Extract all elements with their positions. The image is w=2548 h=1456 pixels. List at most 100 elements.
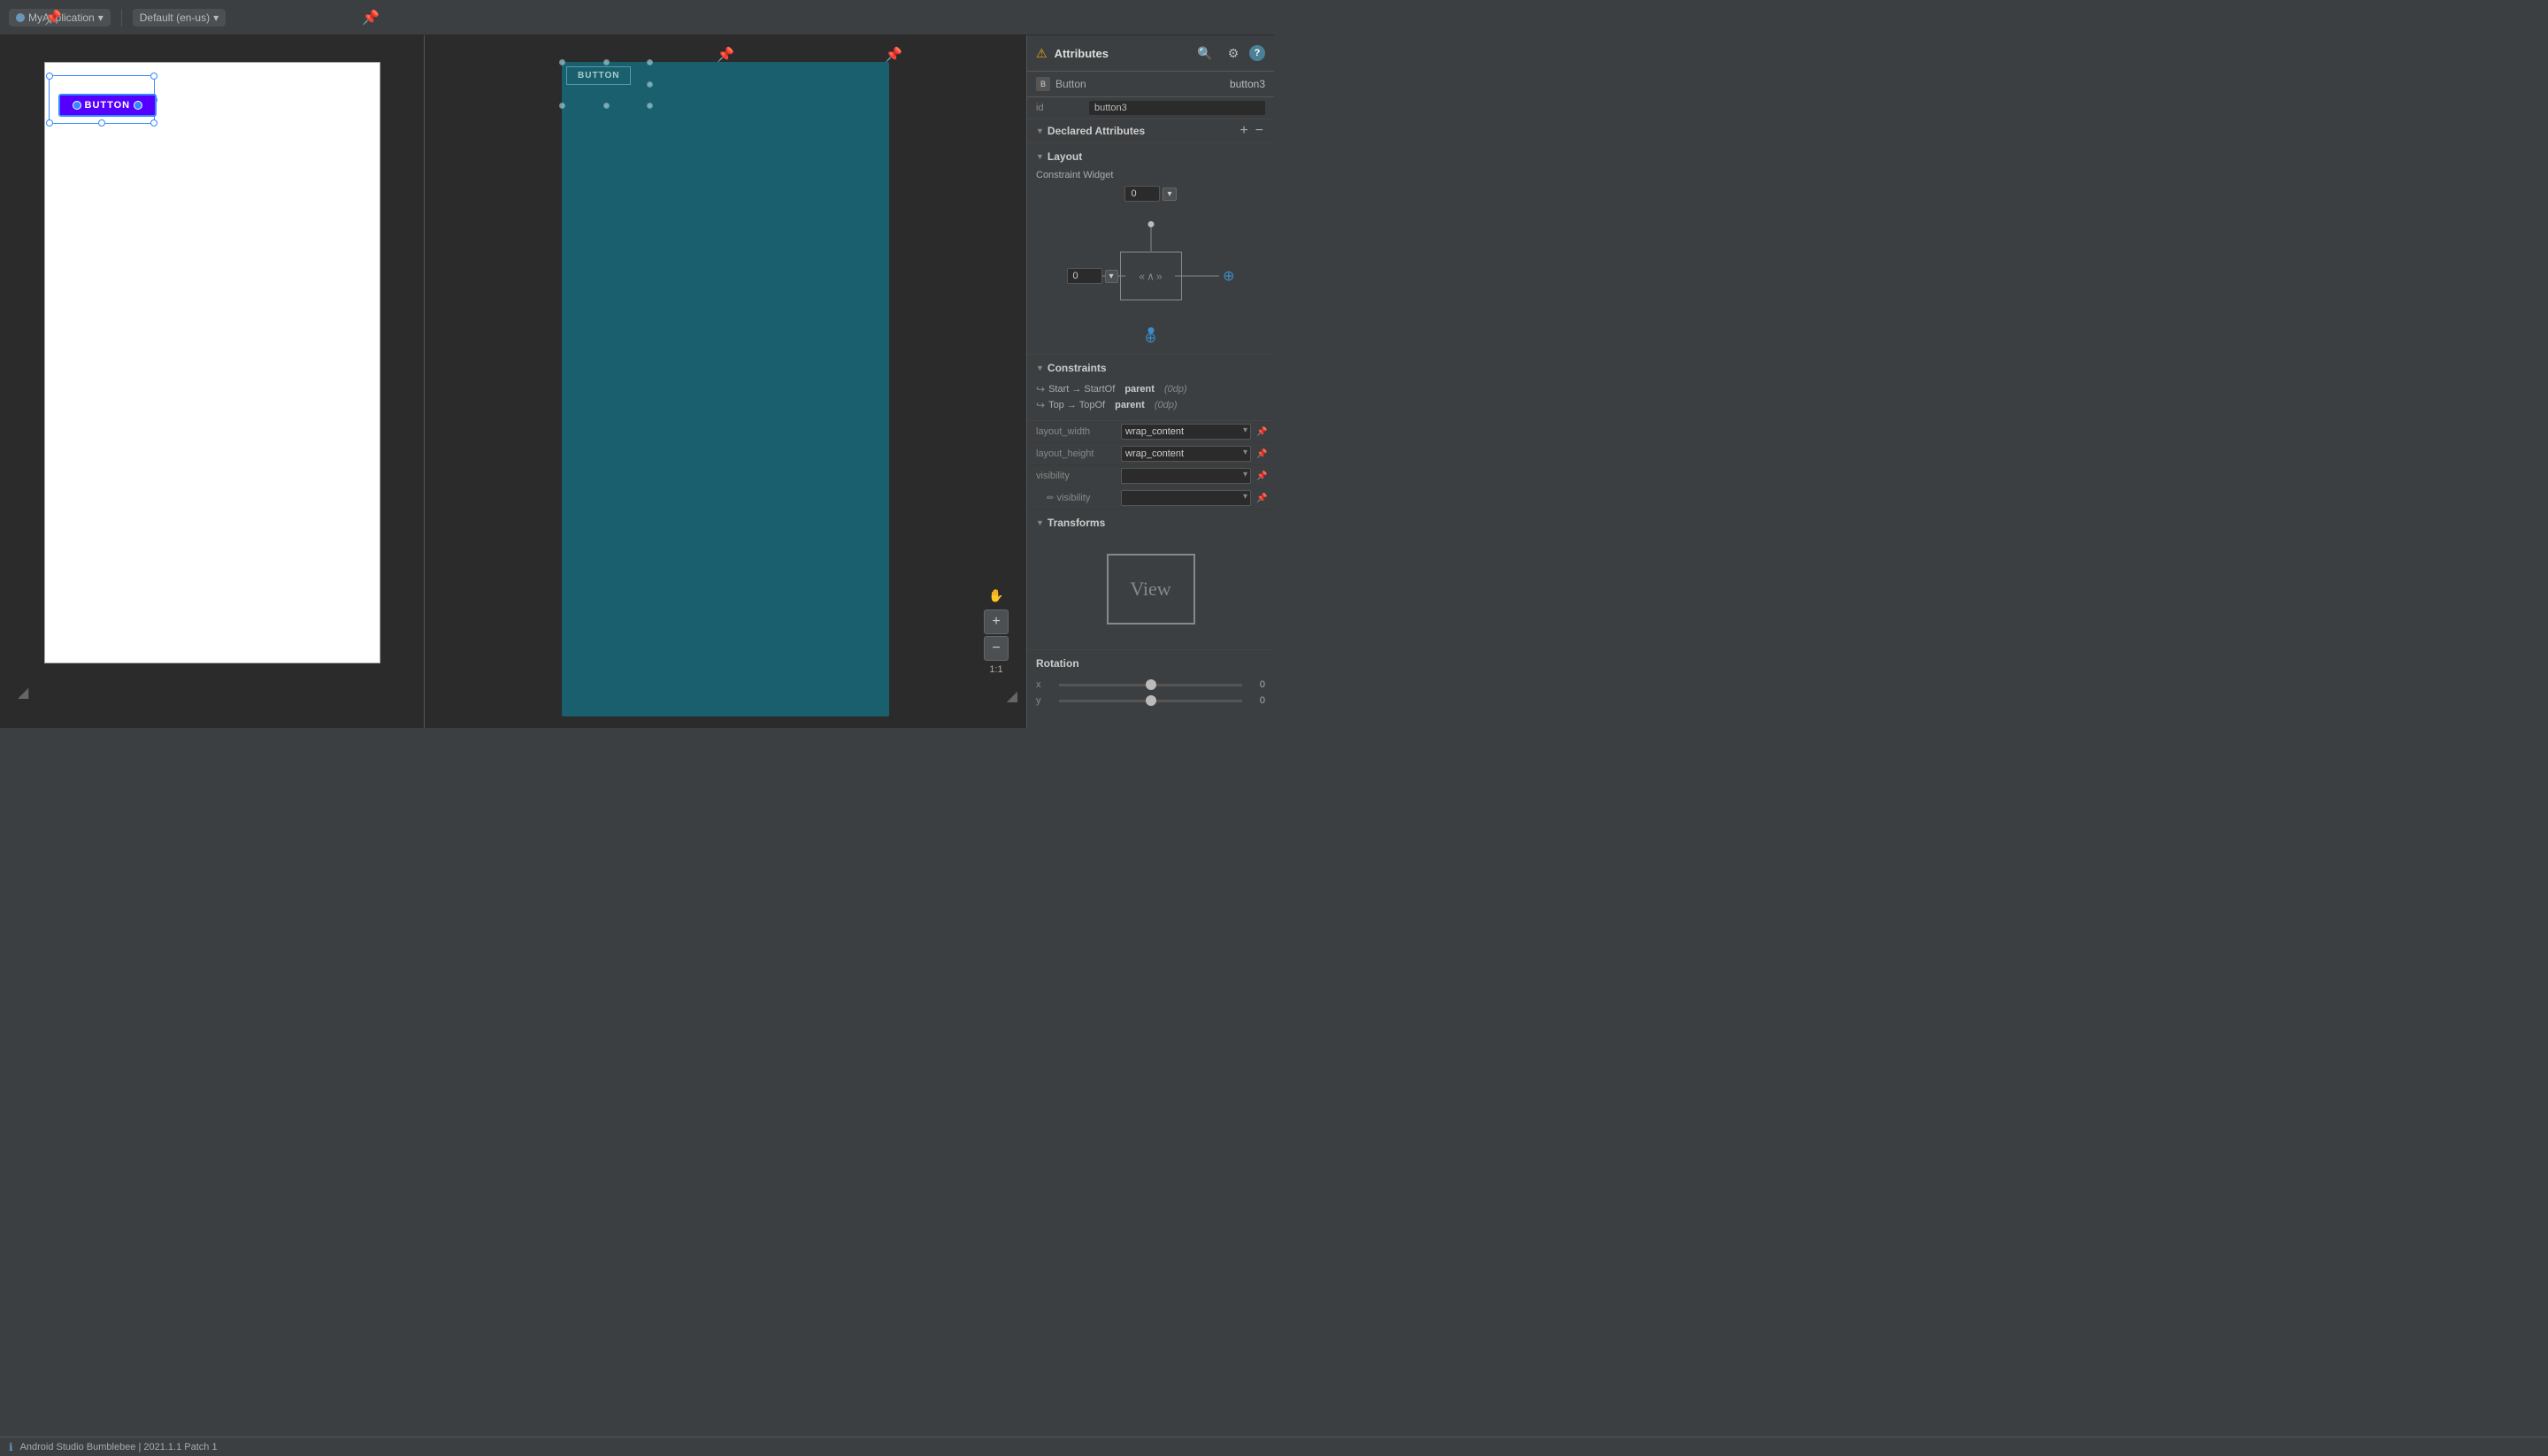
- remove-attribute-button[interactable]: −: [1254, 124, 1265, 138]
- constraints-label: Constraints: [1048, 362, 1107, 374]
- visibility-row: visibility 📌: [1027, 465, 1274, 487]
- declared-attributes-label: Declared Attributes: [1048, 125, 1145, 137]
- add-attribute-button[interactable]: +: [1238, 124, 1249, 138]
- cw-left-num: ▾: [1067, 268, 1118, 284]
- handle-bc[interactable]: [98, 119, 105, 126]
- pin-left-icon: 📌: [44, 9, 62, 27]
- warning-icon: ⚠: [1036, 46, 1048, 61]
- rotation-y-slider[interactable]: [1059, 700, 1242, 702]
- pan-tool-button[interactable]: ✋: [984, 583, 1009, 608]
- layout-height-row: layout_height wrap_content 📌: [1027, 443, 1274, 465]
- app-dot: [16, 13, 25, 22]
- blueprint-button-widget[interactable]: BUTTON: [58, 94, 157, 117]
- widget-type-label: Button: [1055, 78, 1224, 90]
- top-constraint-value: (0dp): [1155, 400, 1178, 410]
- transforms-label: Transforms: [1048, 517, 1105, 529]
- top-constraint-target: parent: [1115, 400, 1145, 410]
- handle-br[interactable]: [150, 119, 157, 126]
- transforms-view-box: View: [1107, 554, 1195, 625]
- pin-top-right-device: 📌: [885, 46, 902, 64]
- dev-handle-tc[interactable]: [603, 59, 610, 65]
- attr-top-bar-icons: 🔍 ⚙ ?: [1193, 41, 1265, 65]
- cw-bottom-plus[interactable]: ⊕: [1145, 329, 1156, 347]
- device-frame[interactable]: BUTTON: [562, 62, 889, 717]
- handle-bl[interactable]: [46, 119, 53, 126]
- rotation-y-row: y 0: [1036, 693, 1265, 709]
- id-value[interactable]: button3: [1089, 101, 1265, 115]
- rotation-label: Rotation: [1036, 657, 1079, 670]
- visibility-select[interactable]: [1121, 468, 1251, 484]
- handle-tr[interactable]: [150, 73, 157, 80]
- id-row: id button3: [1027, 97, 1274, 119]
- left-margin-dropdown[interactable]: ▾: [1105, 270, 1118, 283]
- transforms-section: ▼ Transforms View: [1027, 510, 1274, 650]
- visibility2-select[interactable]: [1121, 490, 1251, 506]
- dev-handle-rc[interactable]: [647, 81, 653, 88]
- declared-attributes-header[interactable]: ▼ Declared Attributes + −: [1027, 119, 1274, 143]
- layout-height-select-wrap: wrap_content: [1121, 446, 1251, 462]
- left-margin-input[interactable]: [1067, 268, 1102, 284]
- top-constraint-text: Top → TopOf: [1048, 400, 1105, 410]
- main-layout: 📌 📌 BUTTON ◢ 📌 📌: [0, 35, 1274, 728]
- widget-type-icon: B: [1036, 77, 1050, 91]
- top-constraint-item: ↪ Top → TopOf parent (0dp): [1036, 397, 1265, 413]
- cw-center-box: « ∧ »: [1120, 252, 1182, 301]
- id-label: id: [1036, 103, 1089, 113]
- top-margin-selector: ▾: [1124, 186, 1176, 202]
- rotation-y-label: y: [1036, 695, 1054, 706]
- zoom-out-button[interactable]: −: [984, 636, 1009, 661]
- status-info-icon: ℹ: [9, 1441, 13, 1453]
- rotation-x-slider[interactable]: [1059, 684, 1242, 686]
- rotation-x-value: 0: [1247, 679, 1265, 690]
- resize-corner-icon: ◢: [1007, 687, 1017, 705]
- device-button-widget[interactable]: BUTTON: [566, 66, 631, 85]
- selection-handles: BUTTON: [49, 75, 155, 124]
- transforms-section-header[interactable]: ▼ Transforms: [1036, 517, 1265, 529]
- layout-section-header[interactable]: ▼ Layout: [1036, 150, 1265, 163]
- layout-height-select[interactable]: wrap_content: [1121, 446, 1251, 462]
- cw-right-arrow-icon: »: [1156, 270, 1163, 282]
- layout-section: ▼ Layout Constraint Widget ▾: [1027, 143, 1274, 355]
- rotation-x-row: x 0: [1036, 677, 1265, 693]
- dev-handle-br[interactable]: [647, 103, 653, 109]
- constraint-widget-visual: « ∧ » ▾ ⊕ ⊕: [1067, 205, 1235, 347]
- top-margin-input[interactable]: [1124, 186, 1160, 202]
- start-constraint-item: ↪ Start → StartOf parent (0dp): [1036, 381, 1265, 397]
- search-icon-btn[interactable]: 🔍: [1193, 41, 1217, 65]
- dev-handle-tr[interactable]: [647, 59, 653, 65]
- rotation-x-label: x: [1036, 679, 1054, 690]
- help-icon-btn[interactable]: ?: [1249, 45, 1265, 61]
- handle-tl[interactable]: [46, 73, 53, 80]
- widget-name-bar: B Button button3: [1027, 72, 1274, 97]
- layout-width-row: layout_width wrap_content 📌: [1027, 421, 1274, 443]
- settings-icon-btn[interactable]: ⚙: [1221, 41, 1246, 65]
- config-selector[interactable]: Default (en-us) ▾: [133, 9, 226, 27]
- layout-width-select[interactable]: wrap_content: [1121, 424, 1251, 440]
- visibility2-label: ✏ visibility: [1036, 493, 1116, 503]
- layout-expand-icon: ▼: [1036, 152, 1044, 161]
- dev-handle-tl[interactable]: [559, 59, 565, 65]
- visibility2-pin: 📌: [1256, 494, 1265, 503]
- visibility-pin: 📌: [1256, 471, 1265, 481]
- layout-height-label: layout_height: [1036, 448, 1116, 459]
- zoom-in-button[interactable]: +: [984, 609, 1009, 634]
- blueprint-canvas[interactable]: BUTTON: [44, 62, 380, 663]
- cw-plus-right-button[interactable]: ⊕: [1223, 267, 1234, 285]
- layout-width-label: layout_width: [1036, 426, 1116, 437]
- dev-handle-bc[interactable]: [603, 103, 610, 109]
- layout-width-pin: 📌: [1256, 427, 1265, 437]
- zoom-controls: ✋ + − 1:1: [984, 583, 1009, 675]
- constraints-section-header[interactable]: ▼ Constraints: [1036, 362, 1265, 374]
- device-panel: 📌 📌 BUTTON ✋ + − 1:1 ◢: [425, 35, 1026, 728]
- transforms-visual: View: [1036, 536, 1265, 642]
- attr-top-bar: ⚠ Attributes 🔍 ⚙ ?: [1027, 35, 1274, 72]
- separator: [121, 9, 122, 27]
- attributes-panel: ⚠ Attributes 🔍 ⚙ ? B Button button3 id b…: [1026, 35, 1274, 728]
- top-margin-dropdown[interactable]: ▾: [1163, 188, 1176, 201]
- blueprint-panel: 📌 📌 BUTTON ◢: [0, 35, 425, 728]
- dev-handle-bl[interactable]: [559, 103, 565, 109]
- start-constraint-icon: ↪: [1036, 383, 1045, 395]
- left-margin-selector: ▾: [1067, 268, 1118, 284]
- device-widget-handles: BUTTON: [562, 62, 650, 106]
- transforms-expand-icon: ▼: [1036, 518, 1044, 527]
